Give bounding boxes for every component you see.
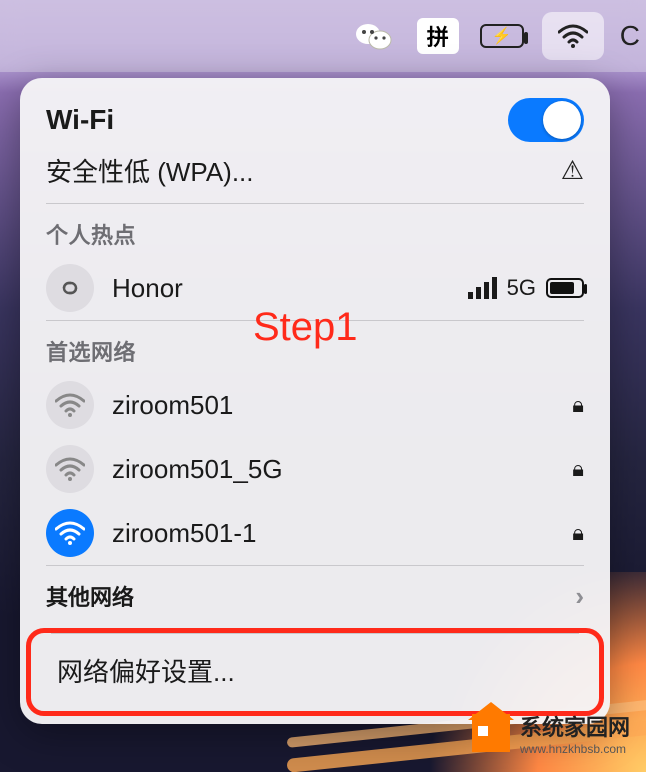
menu-bar: 拼 ⚡ C bbox=[0, 0, 646, 72]
hotspot-section-label: 个人热点 bbox=[20, 204, 610, 256]
network-item-active[interactable]: ziroom501-1 🔒︎ bbox=[20, 501, 610, 565]
hotspot-status: 5G bbox=[468, 275, 584, 301]
signal-bars-icon bbox=[468, 277, 497, 299]
lock-icon: 🔒︎ bbox=[572, 520, 584, 546]
wifi-title: Wi-Fi bbox=[46, 104, 114, 136]
fiveg-label: 5G bbox=[507, 275, 536, 301]
hotspot-link-icon bbox=[46, 264, 94, 312]
wifi-icon bbox=[46, 509, 94, 557]
wifi-popover: Wi-Fi 安全性低 (WPA)... ⚠︎ 个人热点 Honor 5G 首选网… bbox=[20, 78, 610, 724]
watermark-logo-icon bbox=[472, 714, 510, 752]
network-name: ziroom501-1 bbox=[112, 518, 554, 549]
wifi-toggle[interactable] bbox=[508, 98, 584, 142]
wifi-icon bbox=[46, 445, 94, 493]
other-networks-row[interactable]: 其他网络 › bbox=[20, 566, 610, 626]
network-item[interactable]: ziroom501_5G 🔒︎ bbox=[20, 437, 610, 501]
other-networks-label: 其他网络 bbox=[46, 580, 134, 612]
battery-status[interactable]: ⚡ bbox=[478, 12, 526, 60]
warning-icon: ⚠︎ bbox=[561, 155, 584, 186]
pinyin-icon: 拼 bbox=[417, 18, 459, 54]
wifi-icon bbox=[46, 381, 94, 429]
step-annotation: Step1 bbox=[253, 305, 358, 350]
toggle-knob bbox=[543, 101, 581, 139]
lock-icon: 🔒︎ bbox=[572, 456, 584, 482]
security-warning-text: 安全性低 (WPA)... bbox=[46, 152, 254, 189]
input-method-menu[interactable]: 拼 bbox=[414, 12, 462, 60]
hotspot-name: Honor bbox=[112, 273, 450, 304]
battery-icon bbox=[546, 278, 584, 298]
network-preferences-button[interactable]: 网络偏好设置... bbox=[31, 634, 599, 711]
watermark-cn: 系统家园网 bbox=[520, 710, 630, 742]
lock-icon: 🔒︎ bbox=[572, 392, 584, 418]
annotation-highlight: 网络偏好设置... bbox=[26, 628, 604, 716]
watermark-en: www.hnzkhbsb.com bbox=[520, 742, 630, 756]
network-name: ziroom501 bbox=[112, 390, 554, 421]
chevron-right-icon: › bbox=[575, 581, 584, 612]
network-item[interactable]: ziroom501 🔒︎ bbox=[20, 373, 610, 437]
network-name: ziroom501_5G bbox=[112, 454, 554, 485]
wifi-menubar-item[interactable] bbox=[542, 12, 604, 60]
wechat-icon[interactable] bbox=[350, 12, 398, 60]
wifi-header: Wi-Fi bbox=[20, 78, 610, 148]
security-warning-row[interactable]: 安全性低 (WPA)... ⚠︎ bbox=[20, 148, 610, 203]
battery-icon: ⚡ bbox=[480, 24, 524, 48]
watermark: 系统家园网 www.hnzkhbsb.com bbox=[472, 710, 630, 756]
control-center-icon[interactable]: C bbox=[620, 12, 640, 60]
wifi-icon bbox=[558, 24, 588, 48]
network-preferences-label: 网络偏好设置... bbox=[57, 657, 235, 687]
